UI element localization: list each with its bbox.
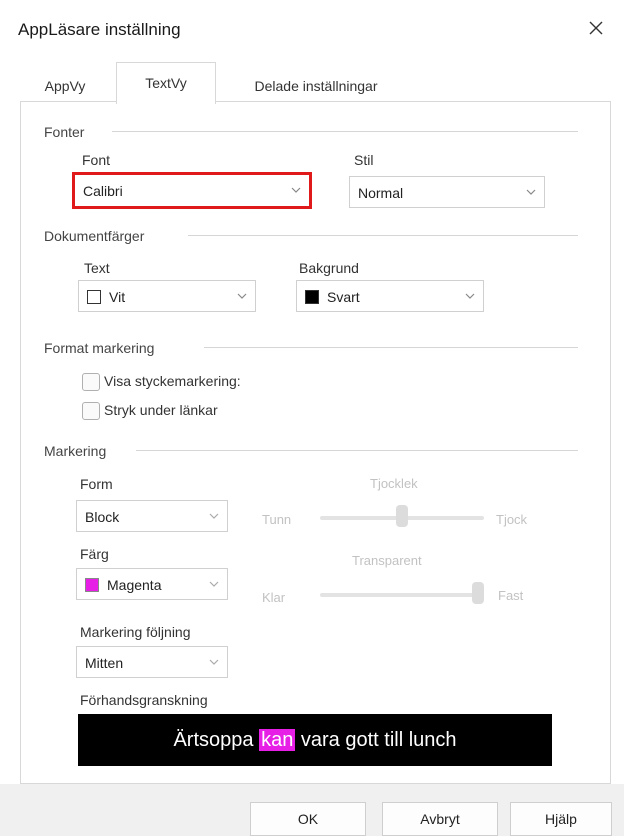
thickness-slider-thumb[interactable] [396,505,408,527]
chevron-down-icon [209,581,219,587]
format-marking-group-label: Format markering [44,340,155,356]
chevron-down-icon [209,659,219,665]
chevron-down-icon [465,293,475,299]
thin-label: Tunn [262,512,292,527]
marking-group-label: Markering [44,443,107,459]
fonts-group-label: Fonter [44,124,85,140]
help-button[interactable]: Hjälp [510,802,612,836]
form-dropdown[interactable]: Block [76,500,228,532]
text-color-value: Vit [109,289,126,305]
show-paragraph-label[interactable]: Visa styckemarkering: [104,373,241,389]
color-swatch [305,290,319,304]
font-value: Calibri [83,183,123,199]
highlight-color-dropdown[interactable]: Magenta [76,568,228,600]
form-value: Block [85,509,120,525]
highlight-color-value: Magenta [107,577,162,593]
button-bar: OK Avbryt Hjälp [0,784,624,836]
close-icon[interactable] [582,14,610,42]
preview-text-after: vara gott till lunch [295,729,457,751]
divider [188,235,578,236]
transparent-label: Transparent [352,553,422,568]
preview-label: Förhandsgranskning [80,692,208,708]
follow-label: Markering följning [80,624,191,640]
tab-delade-installningar[interactable]: Delade inställningar [226,68,406,102]
title-bar: AppLäsare inställning [0,0,624,58]
transparency-slider-track [320,593,484,597]
background-color-dropdown[interactable]: Svart [296,280,484,312]
divider [204,347,578,348]
thick-label: Tjock [496,512,528,527]
color-label: Färg [80,546,109,562]
background-color-value: Svart [327,289,360,305]
divider [112,131,578,132]
underline-links-checkbox[interactable] [82,402,100,420]
chevron-down-icon [237,293,247,299]
font-dropdown[interactable]: Calibri [72,172,312,209]
preview-highlight: kan [259,729,296,751]
doc-colors-group-label: Dokumentfärger [44,228,145,244]
color-swatch [87,290,101,304]
form-label: Form [80,476,113,492]
divider [136,450,578,451]
show-paragraph-checkbox[interactable] [82,373,100,391]
settings-dialog: AppLäsare inställning AppVy TextVy Delad… [0,0,624,836]
follow-value: Mitten [85,655,124,671]
ok-button[interactable]: OK [250,802,366,836]
style-value: Normal [358,185,404,201]
follow-dropdown[interactable]: Mitten [76,646,228,678]
tab-appvy[interactable]: AppVy [30,68,100,102]
background-color-label: Bakgrund [299,260,359,276]
underline-links-label[interactable]: Stryk under länkar [104,402,218,418]
font-label: Font [82,152,111,168]
style-label: Stil [354,152,374,168]
chevron-down-icon [209,513,219,519]
text-color-label: Text [84,260,110,276]
tab-strip: AppVy TextVy Delade inställningar [20,62,610,104]
solid-label: Fast [498,588,524,603]
cancel-button[interactable]: Avbryt [382,802,498,836]
tab-textvy[interactable]: TextVy [116,62,216,104]
style-dropdown[interactable]: Normal [349,176,545,208]
dialog-title: AppLäsare inställning [18,20,181,39]
chevron-down-icon [526,189,536,195]
clear-label: Klar [262,590,286,605]
preview-box: Ärtsoppa kan vara gott till lunch [78,714,552,766]
transparency-slider-thumb[interactable] [472,582,484,604]
color-swatch [85,578,99,592]
thickness-label: Tjocklek [370,476,418,491]
text-color-dropdown[interactable]: Vit [78,280,256,312]
preview-text-before: Ärtsoppa [173,729,260,751]
chevron-down-icon [291,187,301,193]
